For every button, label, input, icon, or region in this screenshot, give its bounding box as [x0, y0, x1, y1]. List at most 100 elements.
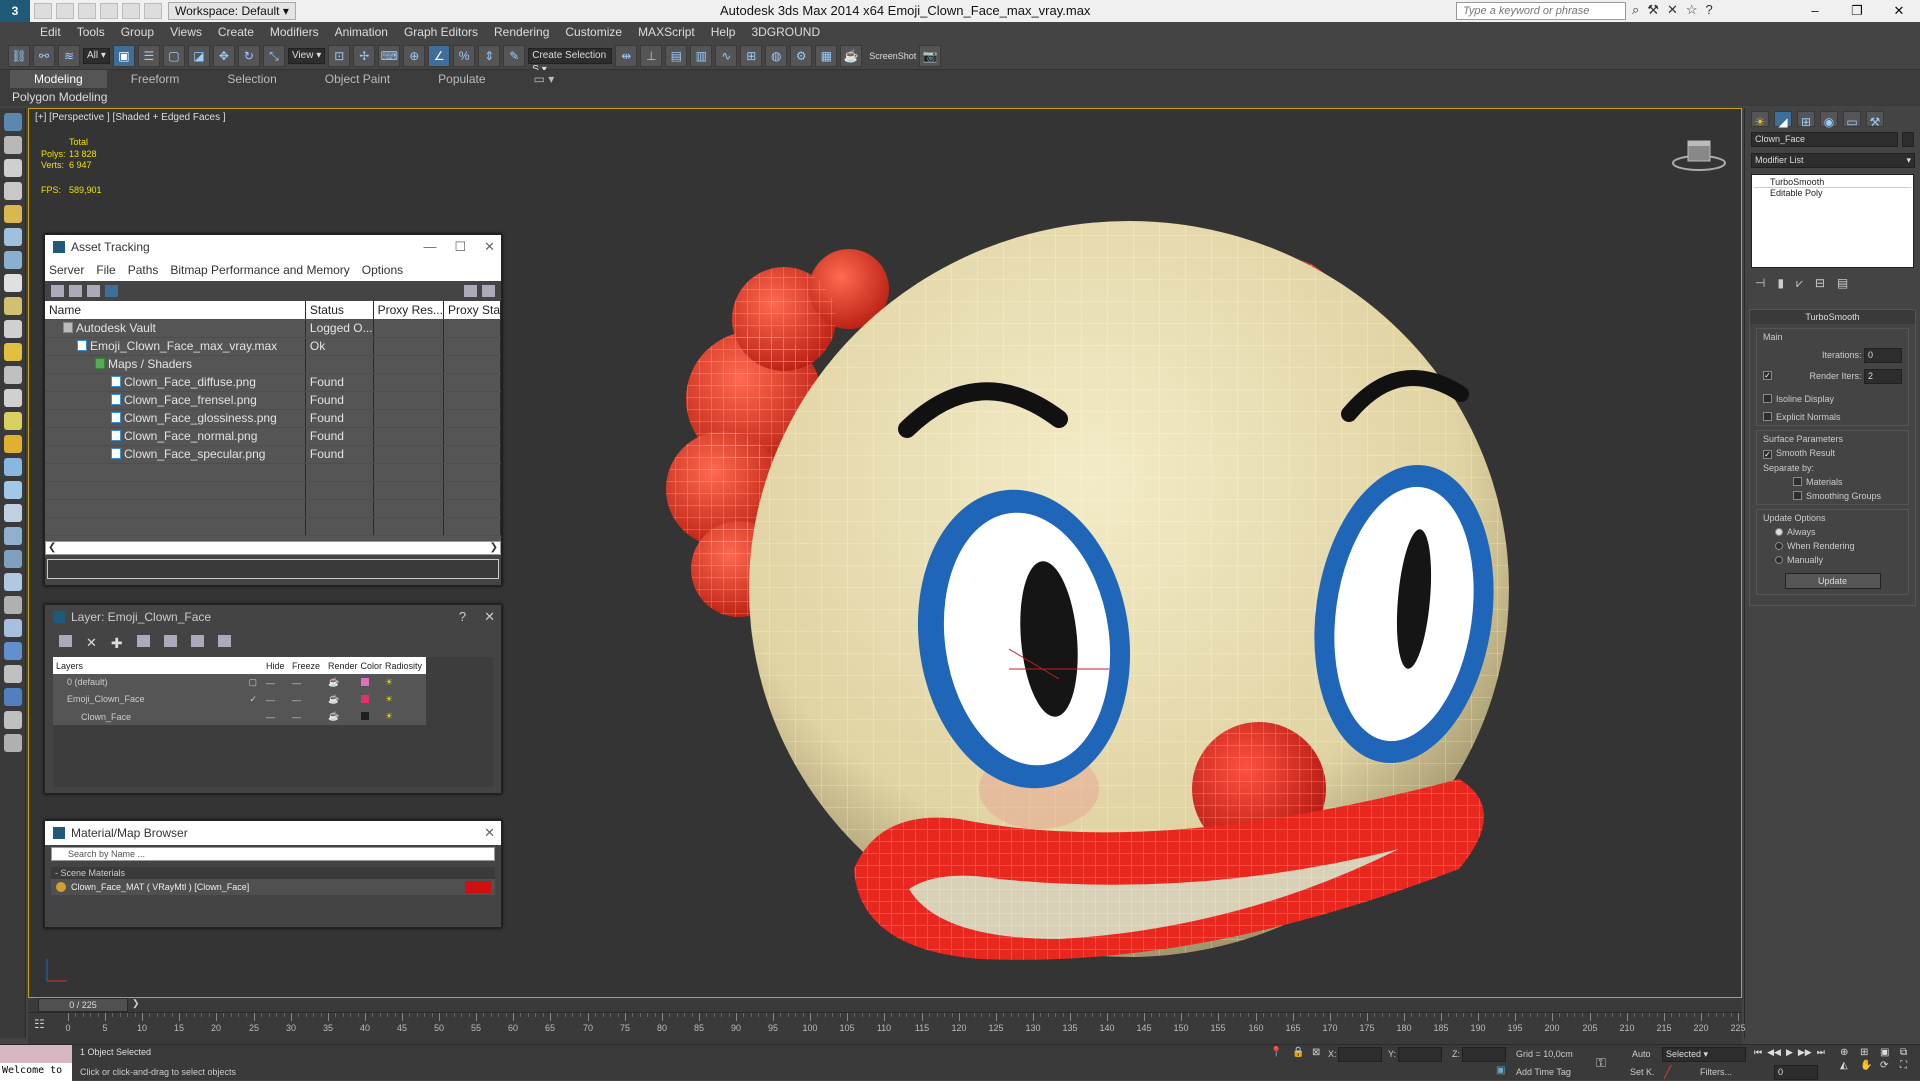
- window-crossing-icon[interactable]: ◪: [187, 44, 210, 67]
- light-icon[interactable]: [4, 205, 22, 223]
- freeze-toggle[interactable]: —: [289, 708, 325, 725]
- display-tab-icon[interactable]: ▭: [1843, 111, 1861, 129]
- go-to-end-icon[interactable]: ⏭: [1817, 1047, 1825, 1058]
- absolute-mode-icon[interactable]: ⊠: [1312, 1047, 1320, 1058]
- pan-icon[interactable]: ✋: [1860, 1060, 1878, 1071]
- iterations-field[interactable]: 0: [1864, 348, 1902, 363]
- render-setup-icon[interactable]: ⚙: [790, 44, 813, 67]
- render-iters-checkbox[interactable]: ✓: [1763, 371, 1772, 380]
- tab-modeling[interactable]: Modeling: [10, 70, 107, 88]
- column-name[interactable]: Name: [45, 301, 306, 320]
- go-to-start-icon[interactable]: ⏮: [1754, 1047, 1762, 1058]
- column-radiosity[interactable]: Radiosity: [382, 657, 426, 674]
- close-icon[interactable]: ✕: [1878, 0, 1920, 22]
- remove-modifier-icon[interactable]: ⊟: [1815, 276, 1825, 291]
- menu-maxscript[interactable]: MAXScript: [638, 25, 695, 39]
- edit-named-selection-icon[interactable]: ✎: [503, 44, 526, 67]
- zoom-all-icon[interactable]: ⊞: [1860, 1047, 1878, 1058]
- ribbon-sub-label[interactable]: Polygon Modeling: [0, 88, 1920, 106]
- column-freeze[interactable]: Freeze: [289, 657, 325, 674]
- settings-icon[interactable]: [4, 711, 22, 729]
- help-icon[interactable]: ?: [1706, 2, 1713, 18]
- select-by-name-icon[interactable]: ☰: [137, 44, 160, 67]
- set-key-button[interactable]: Set K.: [1630, 1067, 1655, 1077]
- table-row[interactable]: 0 (default) ▢ — — ☕ ☀: [53, 674, 426, 691]
- column-status[interactable]: Status: [305, 301, 374, 320]
- table-row[interactable]: Clown_Face_normal.png Found: [45, 427, 501, 446]
- rect-selection-icon[interactable]: ▢: [162, 44, 185, 67]
- column-proxy-res[interactable]: Proxy Res...: [373, 301, 444, 320]
- patch-icon[interactable]: [4, 504, 22, 522]
- material-browser-header[interactable]: Material/Map Browser ✕: [45, 821, 501, 845]
- menu-graph-editors[interactable]: Graph Editors: [404, 25, 478, 39]
- configure-sets-icon[interactable]: ▤: [1837, 276, 1848, 291]
- nurbs-icon[interactable]: [4, 550, 22, 568]
- select-object-icon[interactable]: ▣: [112, 44, 135, 67]
- viewport-label[interactable]: [+] [Perspective ] [Shaded + Edged Faces…: [35, 112, 226, 123]
- settings-icon[interactable]: [482, 285, 495, 297]
- menu-views[interactable]: Views: [170, 25, 202, 39]
- table-row[interactable]: Clown_Face_diffuse.png Found: [45, 373, 501, 392]
- track-bar-icon[interactable]: ☷: [34, 1017, 45, 1031]
- document-icon[interactable]: [4, 159, 22, 177]
- ribbon-options-icon[interactable]: ▭ ▾: [510, 70, 579, 88]
- time-tag-icon[interactable]: ▣: [1496, 1065, 1505, 1076]
- filters-button[interactable]: Filters...: [1700, 1067, 1732, 1077]
- stack-item-editable-poly[interactable]: Editable Poly: [1754, 188, 1911, 198]
- table-row[interactable]: Clown_Face_specular.png Found: [45, 445, 501, 464]
- minimize-icon[interactable]: –: [1794, 0, 1836, 22]
- tab-selection[interactable]: Selection: [203, 70, 300, 88]
- table-row[interactable]: Emoji_Clown_Face ✓ — — ☕ ☀: [53, 691, 426, 708]
- asset-tracking-header[interactable]: Asset Tracking — ☐ ✕: [45, 235, 501, 259]
- next-frame-button-icon[interactable]: ▶▶: [1798, 1047, 1812, 1058]
- hide-toggle[interactable]: —: [263, 691, 289, 708]
- stack-item-turbosmooth[interactable]: TurboSmooth: [1754, 177, 1911, 188]
- layer-color-swatch[interactable]: [360, 694, 369, 703]
- systems-icon[interactable]: [4, 297, 22, 315]
- layer-explorer-icon[interactable]: ▤: [665, 44, 688, 67]
- materials-checkbox[interactable]: [1793, 477, 1802, 486]
- menu-help[interactable]: Help: [711, 25, 736, 39]
- pivot-icon[interactable]: ⊡: [328, 44, 351, 67]
- named-selection-dropdown[interactable]: Create Selection S ▾: [528, 47, 613, 75]
- redo-icon[interactable]: [122, 3, 140, 19]
- menu-group[interactable]: Group: [121, 25, 154, 39]
- menu-create[interactable]: Create: [218, 25, 254, 39]
- smoothing-groups-checkbox[interactable]: [1793, 491, 1802, 500]
- table-row[interactable]: Clown_Face — — ☕ ☀: [53, 708, 426, 725]
- object-color-swatch[interactable]: [1902, 132, 1914, 147]
- new-layer-icon[interactable]: [59, 635, 72, 647]
- z-coordinate-field[interactable]: [1462, 1047, 1506, 1062]
- table-row[interactable]: Emoji_Clown_Face_max_vray.max Ok: [45, 337, 501, 356]
- menu-tools[interactable]: Tools: [77, 25, 105, 39]
- menu-bitmap-performance[interactable]: Bitmap Performance and Memory: [170, 263, 349, 277]
- previous-frame-icon[interactable]: ◀◀: [1767, 1047, 1781, 1058]
- timeline-ticks[interactable]: 0 5 10 15 20 25 30 35 40 45 50 55 60 65 70 75 80 85 90 95 10…: [28, 1012, 1746, 1044]
- hide-toggle[interactable]: —: [263, 674, 289, 691]
- rendered-frame-icon[interactable]: ▦: [815, 44, 838, 67]
- time-slider-thumb[interactable]: 0 / 225: [38, 998, 128, 1012]
- hide-all-icon[interactable]: [190, 635, 204, 647]
- next-frame-icon[interactable]: ❯: [132, 998, 140, 1009]
- render-production-icon[interactable]: ☕: [840, 44, 863, 67]
- table-view-icon[interactable]: [105, 285, 118, 297]
- render-icon[interactable]: [4, 619, 22, 637]
- undo-icon[interactable]: [100, 3, 118, 19]
- close-icon[interactable]: ✕: [484, 825, 495, 841]
- search-input[interactable]: Type a keyword or phrase: [1456, 2, 1626, 20]
- refresh-icon[interactable]: [51, 285, 64, 297]
- table-row[interactable]: Clown_Face_frensel.png Found: [45, 391, 501, 410]
- smooth-result-checkbox[interactable]: ✓: [1763, 450, 1772, 459]
- menu-server[interactable]: Server: [49, 263, 84, 277]
- close-icon[interactable]: ✕: [484, 239, 495, 255]
- modify-tab-icon[interactable]: ◢: [1774, 111, 1792, 129]
- explicit-normals-checkbox[interactable]: [1763, 412, 1772, 421]
- reference-coordinate-dropdown[interactable]: View ▾: [287, 47, 326, 64]
- add-to-layer-icon[interactable]: ✚: [111, 635, 123, 651]
- make-unique-icon[interactable]: ⩗: [1796, 276, 1803, 291]
- list-view-icon[interactable]: [69, 285, 82, 297]
- asset-path-field[interactable]: [47, 559, 499, 579]
- menu-paths[interactable]: Paths: [128, 263, 159, 277]
- minimize-icon[interactable]: —: [423, 239, 436, 255]
- manually-radio[interactable]: [1775, 556, 1783, 564]
